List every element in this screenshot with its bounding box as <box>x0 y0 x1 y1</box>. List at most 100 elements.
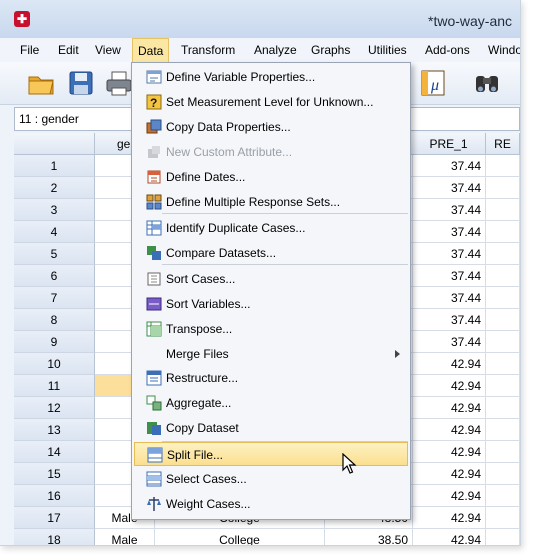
cell-pre1[interactable]: 37.44 <box>413 265 486 287</box>
row-header[interactable]: 13 <box>14 419 95 441</box>
menu-item-label: Define Dates... <box>166 170 246 184</box>
cell-next[interactable] <box>486 287 520 309</box>
cell-pre1[interactable]: 37.44 <box>413 155 486 177</box>
menu-item-sort-variables[interactable]: Sort Variables... <box>134 292 408 316</box>
cell-next[interactable] <box>486 375 520 397</box>
menu-analyze[interactable]: Analyze <box>254 43 297 57</box>
print-icon[interactable] <box>104 68 134 98</box>
cell-pre1[interactable]: 37.44 <box>413 309 486 331</box>
cell-pre1[interactable]: 37.44 <box>413 199 486 221</box>
cell-pre1[interactable]: 37.44 <box>413 177 486 199</box>
row-header[interactable]: 12 <box>14 397 95 419</box>
row-header[interactable]: 8 <box>14 309 95 331</box>
row-header[interactable]: 3 <box>14 199 95 221</box>
cell-next[interactable] <box>486 463 520 485</box>
svg-text:μ: μ <box>430 77 439 94</box>
menu-utilities[interactable]: Utilities <box>368 43 407 57</box>
cell-pre1[interactable]: 37.44 <box>413 287 486 309</box>
cell-pre1[interactable]: 37.44 <box>413 331 486 353</box>
row-header[interactable]: 1 <box>14 155 95 177</box>
window-title: *two-way-anc <box>428 13 513 29</box>
open-folder-icon[interactable] <box>26 68 56 98</box>
cell-next[interactable] <box>486 529 520 545</box>
menu-addons[interactable]: Add-ons <box>425 43 470 57</box>
menu-item-weight-cases[interactable]: Weight Cases... <box>134 492 408 516</box>
column-header-next[interactable]: RE <box>486 133 520 155</box>
menu-item-define-variable-properties[interactable]: Define Variable Properties... <box>134 65 408 89</box>
cell-next[interactable] <box>486 331 520 353</box>
spss-app-icon[interactable]: ✚ <box>14 11 30 27</box>
row-header[interactable]: 9 <box>14 331 95 353</box>
cell-pre1[interactable]: 42.94 <box>413 353 486 375</box>
menu-window[interactable]: Windo <box>488 43 520 57</box>
row-header[interactable]: 15 <box>14 463 95 485</box>
cell-next[interactable] <box>486 309 520 331</box>
menu-item-restructure[interactable]: Restructure... <box>134 366 408 390</box>
row-header[interactable]: 18 <box>14 529 95 545</box>
menu-item-set-measurement-level-for-unknown[interactable]: ? Set Measurement Level for Unknown... <box>134 90 408 114</box>
cell-next[interactable] <box>486 507 520 529</box>
data-menu-dropdown: Define Variable Properties...? Set Measur… <box>131 62 411 520</box>
cell-next[interactable] <box>486 221 520 243</box>
save-icon[interactable] <box>66 68 96 98</box>
cell-next[interactable] <box>486 155 520 177</box>
cell-pre1[interactable]: 37.44 <box>413 221 486 243</box>
cell-next[interactable] <box>486 485 520 507</box>
cell-next[interactable] <box>486 243 520 265</box>
cell-next[interactable] <box>486 397 520 419</box>
row-header[interactable]: 2 <box>14 177 95 199</box>
menu-item-aggregate[interactable]: Aggregate... <box>134 391 408 415</box>
cell-next[interactable] <box>486 265 520 287</box>
menu-item-define-multiple-response-sets[interactable]: Define Multiple Response Sets... <box>134 190 408 214</box>
menu-item-sort-cases[interactable]: Sort Cases... <box>134 267 408 291</box>
cell-pre1[interactable]: 42.94 <box>413 507 486 529</box>
title-bar[interactable]: ✚ *two-way-anc <box>0 0 520 39</box>
row-header[interactable]: 11 <box>14 375 95 397</box>
cell-next[interactable] <box>486 199 520 221</box>
menu-item-select-cases[interactable]: Select Cases... <box>134 467 408 491</box>
cell-pre1[interactable]: 42.94 <box>413 397 486 419</box>
variables-icon[interactable]: μ <box>418 68 448 98</box>
row-header[interactable]: 6 <box>14 265 95 287</box>
menu-transform[interactable]: Transform <box>181 43 235 57</box>
cell-value[interactable]: 38.50 <box>325 529 413 545</box>
cell-pre1[interactable]: 42.94 <box>413 419 486 441</box>
find-binoculars-icon[interactable] <box>472 68 502 98</box>
menu-item-copy-data-properties[interactable]: Copy Data Properties... <box>134 115 408 139</box>
menu-item-merge-files[interactable]: Merge Files <box>134 342 408 366</box>
menu-item-define-dates[interactable]: Define Dates... <box>134 165 408 189</box>
column-header-pre1[interactable]: PRE_1 <box>412 133 486 155</box>
menu-file[interactable]: File <box>20 43 39 57</box>
menu-item-label: Restructure... <box>166 371 239 385</box>
cell-pre1[interactable]: 37.44 <box>413 243 486 265</box>
cell-next[interactable] <box>486 177 520 199</box>
menu-item-identify-duplicate-cases[interactable]: Identify Duplicate Cases... <box>134 216 408 240</box>
menu-item-label: Select Cases... <box>166 472 247 486</box>
row-header[interactable]: 16 <box>14 485 95 507</box>
menu-item-copy-dataset[interactable]: Copy Dataset <box>134 416 408 440</box>
menu-graphs[interactable]: Graphs <box>311 43 350 57</box>
cell-education[interactable]: College <box>155 529 325 545</box>
cell-gender[interactable]: Male <box>95 529 155 545</box>
row-header[interactable]: 7 <box>14 287 95 309</box>
row-header[interactable]: 5 <box>14 243 95 265</box>
menu-view[interactable]: View <box>95 43 121 57</box>
cell-next[interactable] <box>486 419 520 441</box>
cell-next[interactable] <box>486 441 520 463</box>
cell-pre1[interactable]: 42.94 <box>413 529 486 545</box>
cell-pre1[interactable]: 42.94 <box>413 441 486 463</box>
cell-pre1[interactable]: 42.94 <box>413 463 486 485</box>
menu-data[interactable]: Data <box>132 38 170 62</box>
corner-header[interactable] <box>14 133 95 155</box>
menu-item-compare-datasets[interactable]: Compare Datasets... <box>134 241 408 265</box>
row-header[interactable]: 17 <box>14 507 95 529</box>
cell-pre1[interactable]: 42.94 <box>413 485 486 507</box>
row-header[interactable]: 4 <box>14 221 95 243</box>
cell-next[interactable] <box>486 353 520 375</box>
menu-item-transpose[interactable]: Transpose... <box>134 317 408 341</box>
row-header[interactable]: 14 <box>14 441 95 463</box>
menu-item-split-file[interactable]: Split File... <box>134 442 408 466</box>
cell-pre1[interactable]: 42.94 <box>413 375 486 397</box>
row-header[interactable]: 10 <box>14 353 95 375</box>
menu-edit[interactable]: Edit <box>58 43 79 57</box>
